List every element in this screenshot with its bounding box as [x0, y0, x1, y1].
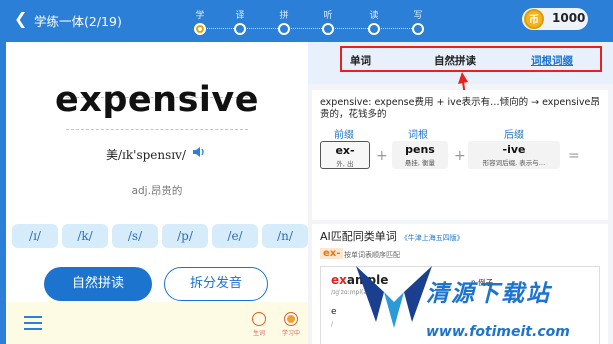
- step-label: 读: [369, 11, 379, 21]
- morphology-card: expensive: expense费用 + ive表示有…倾向的 → expe…: [312, 90, 608, 220]
- menu-icon[interactable]: [24, 316, 42, 330]
- step-spell[interactable]: 拼: [269, 8, 299, 35]
- status-ring: [252, 312, 266, 326]
- step-dot: [368, 23, 380, 35]
- split-sound-button[interactable]: 拆分发音: [164, 267, 268, 301]
- suffix-header: 后缀: [504, 130, 524, 141]
- step-learn[interactable]: 学: [185, 8, 215, 35]
- step-dot: [278, 23, 290, 35]
- top-bar: ❮ 学练一体(2/19) 学 译 拼 听 读 写 币 1000: [0, 0, 613, 40]
- part-of-speech: adj.昂贵的: [131, 185, 183, 197]
- step-listen[interactable]: 听: [313, 8, 343, 35]
- plus-icon: +: [454, 148, 466, 164]
- guide-line: [66, 129, 248, 130]
- phoneme-chip[interactable]: /k/: [62, 224, 108, 248]
- tab-word[interactable]: 单词: [350, 53, 371, 68]
- ai-source[interactable]: 《牛津上海五四版》: [401, 234, 464, 242]
- speaker-icon[interactable]: [192, 145, 206, 159]
- phoneme-list: /ɪ/ /k/ /s/ /p/ /e/ /n/: [12, 224, 308, 248]
- ai-match-title: AI匹配同类单词 《牛津上海五四版》: [320, 228, 464, 244]
- step-label: 学: [195, 11, 205, 21]
- watermark-text: 清源下载站: [426, 281, 551, 307]
- status-ring: [284, 312, 298, 326]
- tab-phonics[interactable]: 自然拼读: [434, 53, 476, 68]
- phoneme-chip[interactable]: /p/: [162, 224, 208, 248]
- status-new[interactable]: 生词: [247, 312, 271, 337]
- phoneme-chip[interactable]: /n/: [262, 224, 308, 248]
- step-dot: [322, 23, 334, 35]
- suffix-part: -ive: [502, 143, 526, 156]
- page-title: 学练一体(2/19): [34, 14, 122, 29]
- status-label: 学习中: [281, 330, 300, 337]
- status-learning[interactable]: 学习中: [279, 312, 303, 337]
- suffix-box[interactable]: -ive 形容词后缀, 表示与…: [468, 141, 560, 169]
- phoneme-chip[interactable]: /ɪ/: [12, 224, 58, 248]
- phoneme-chip[interactable]: /e/: [212, 224, 258, 248]
- watermark-url: www.fotimeit.com: [426, 324, 570, 340]
- phonics-button[interactable]: 自然拼读: [44, 267, 152, 301]
- prefix-box[interactable]: ex- 外, 出: [320, 141, 370, 169]
- morphology-definition: expensive: expense费用 + ive表示有…倾向的 → expe…: [320, 97, 600, 120]
- ai-title-text: AI匹配同类单词: [320, 230, 397, 243]
- step-dot: [194, 23, 206, 35]
- word-card: expensive 美/ɪk'spensɪv/ adj.昂贵的 /ɪ/ /k/ …: [6, 42, 308, 302]
- tab-roots-affixes[interactable]: 词根词缀: [531, 53, 573, 68]
- plus-icon: +: [376, 148, 388, 164]
- step-write[interactable]: 写: [403, 8, 433, 35]
- step-label: 译: [235, 11, 245, 21]
- step-dot: [412, 23, 424, 35]
- example-word-2: e: [331, 307, 337, 317]
- step-translate[interactable]: 译: [225, 8, 255, 35]
- suffix-meaning: 形容词后缀, 表示与…: [482, 159, 546, 167]
- example-phonetic-2: /: [331, 321, 334, 328]
- root-header: 词根: [408, 130, 428, 141]
- step-progress: 学 译 拼 听 读 写: [185, 8, 435, 36]
- chevron-left-icon[interactable]: ❮: [14, 9, 27, 28]
- step-dot: [234, 23, 246, 35]
- prefix-part: ex-: [335, 144, 355, 157]
- step-label: 写: [413, 11, 423, 21]
- coin-icon: 币: [524, 9, 544, 29]
- affix-tag: ex-: [320, 248, 344, 259]
- phoneme-chip[interactable]: /s/: [112, 224, 158, 248]
- bottom-bar: 生词 学习中 掌握: [6, 302, 336, 344]
- root-part: pens: [405, 143, 435, 156]
- prefix-header: 前缀: [334, 130, 354, 141]
- equals-icon: =: [568, 148, 580, 164]
- root-box[interactable]: pens 悬挂, 衡量: [392, 141, 448, 169]
- step-label: 听: [323, 11, 333, 21]
- prefix-meaning: 外, 出: [336, 160, 354, 168]
- status-label: 生词: [252, 330, 265, 337]
- step-label: 拼: [279, 11, 289, 21]
- word-text: expensive: [55, 80, 259, 120]
- watermark-logo-icon: [356, 266, 432, 328]
- phonetic: 美/ɪk'spensɪv/: [106, 148, 186, 162]
- root-meaning: 悬挂, 衡量: [404, 159, 436, 167]
- coin-balance[interactable]: 币 1000: [522, 8, 588, 30]
- coin-count: 1000: [552, 11, 586, 25]
- watermark: 清源下载站 www.fotimeit.com: [342, 252, 613, 344]
- step-read[interactable]: 读: [359, 8, 389, 35]
